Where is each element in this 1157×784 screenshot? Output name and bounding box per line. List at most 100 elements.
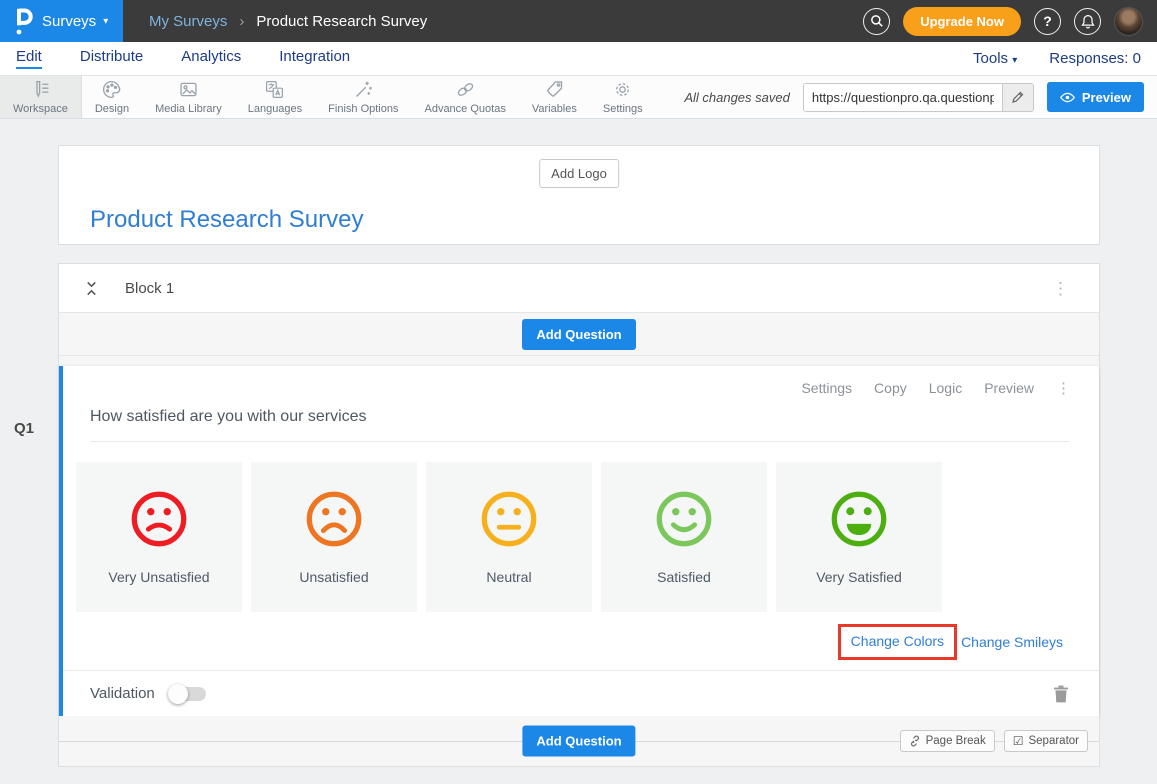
question-code: Q1 <box>14 420 34 437</box>
help-button[interactable]: ? <box>1034 8 1061 35</box>
smiley-options-row: Very Unsatisfied Unsatisfied Neutral <box>76 462 1099 612</box>
page-break-icon <box>909 735 921 747</box>
bell-icon <box>1081 14 1095 29</box>
neutral-smiley-icon <box>478 488 540 550</box>
responses-count[interactable]: Responses: 0 <box>1049 50 1141 67</box>
tools-menu[interactable]: Tools ▾ <box>973 50 1017 67</box>
smiley-option-neutral[interactable]: Neutral <box>426 462 592 612</box>
smiley-option-label: Unsatisfied <box>299 569 368 585</box>
questionpro-logo-icon <box>13 7 33 35</box>
survey-header-card: Add Logo Product Research Survey <box>58 145 1100 245</box>
tab-distribute[interactable]: Distribute <box>80 48 143 69</box>
toolbar-item-workspace[interactable]: Workspace <box>0 76 82 118</box>
preview-button[interactable]: Preview <box>1047 82 1144 112</box>
trash-icon <box>1053 685 1069 703</box>
question-text[interactable]: How satisfied are you with our services <box>90 408 1069 442</box>
annotation-highlight-box: Change Colors <box>838 624 957 660</box>
page-break-button[interactable]: Page Break <box>900 730 995 752</box>
question-settings-link[interactable]: Settings <box>801 380 852 396</box>
chevron-down-icon: ▾ <box>1012 55 1017 66</box>
smiley-option-label: Satisfied <box>657 569 711 585</box>
toolbar-right: All changes saved Preview <box>684 76 1157 118</box>
toolbar-item-design[interactable]: Design <box>82 76 142 118</box>
toolbar-item-languages[interactable]: Languages <box>235 76 315 118</box>
toolbar-item-media-library[interactable]: Media Library <box>142 76 235 118</box>
band-bottom-right: Page Break ☑ Separator <box>900 730 1088 752</box>
collapse-block-icon[interactable] <box>84 280 99 297</box>
smiley-option-label: Neutral <box>486 569 531 585</box>
pencil-icon <box>1011 91 1024 104</box>
toolbar-item-variables[interactable]: Variables <box>519 76 590 118</box>
block-menu-kebab-icon[interactable]: ⋮ <box>1048 278 1073 299</box>
survey-title[interactable]: Product Research Survey <box>90 206 363 234</box>
product-label: Surveys <box>42 13 96 30</box>
smiley-option-label: Very Satisfied <box>816 569 902 585</box>
workspace-icon <box>30 79 51 100</box>
user-avatar[interactable] <box>1114 7 1143 36</box>
validation-label: Validation <box>90 685 155 702</box>
upgrade-now-button[interactable]: Upgrade Now <box>903 7 1021 36</box>
validation-toggle[interactable] <box>170 687 206 701</box>
block-card: Block 1 ⋮ Add Question Q1 Settings Copy … <box>58 263 1100 767</box>
top-bar: Surveys ▾ My Surveys › Product Research … <box>0 0 1157 42</box>
topbar-actions: Upgrade Now ? <box>863 7 1157 36</box>
toolbar-item-settings[interactable]: Settings <box>590 76 656 118</box>
notifications-button[interactable] <box>1074 8 1101 35</box>
smiley-option-very-satisfied[interactable]: Very Satisfied <box>776 462 942 612</box>
very-unsatisfied-smiley-icon <box>128 488 190 550</box>
wand-icon <box>353 79 374 100</box>
question-logic-link[interactable]: Logic <box>929 380 962 396</box>
survey-nav-tabs: Edit Distribute Analytics Integration <box>16 48 350 69</box>
chain-icon <box>455 79 476 100</box>
breadcrumb-current-survey: Product Research Survey <box>256 13 427 30</box>
smiley-option-satisfied[interactable]: Satisfied <box>601 462 767 612</box>
change-links-row: Change Colors Change Smileys <box>63 622 1063 662</box>
validation-row: Validation <box>63 670 1099 716</box>
help-icon: ? <box>1043 13 1052 29</box>
very-satisfied-smiley-icon <box>828 488 890 550</box>
search-button[interactable] <box>863 8 890 35</box>
question-actions: Settings Copy Logic Preview ⋮ <box>63 366 1099 396</box>
smiley-option-label: Very Unsatisfied <box>108 569 209 585</box>
question-wrap: Q1 Settings Copy Logic Preview ⋮ How sat… <box>59 366 1099 716</box>
breadcrumb-my-surveys[interactable]: My Surveys <box>149 13 227 30</box>
block-header: Block 1 ⋮ <box>59 264 1099 313</box>
chevron-down-icon: ▾ <box>103 16 108 27</box>
change-colors-link[interactable]: Change Colors <box>851 633 944 649</box>
toolbar-item-finish-options[interactable]: Finish Options <box>315 76 411 118</box>
survey-url-group <box>803 83 1034 112</box>
unsatisfied-smiley-icon <box>303 488 365 550</box>
breadcrumb: My Surveys › Product Research Survey <box>149 13 427 30</box>
question-copy-link[interactable]: Copy <box>874 380 907 396</box>
eye-icon <box>1060 92 1075 103</box>
add-question-button-top[interactable]: Add Question <box>522 319 635 350</box>
question-card: Settings Copy Logic Preview ⋮ How satisf… <box>59 366 1099 716</box>
add-logo-button[interactable]: Add Logo <box>539 159 619 188</box>
tab-analytics[interactable]: Analytics <box>181 48 241 69</box>
product-switcher[interactable]: Surveys ▾ <box>0 0 123 42</box>
toggle-knob <box>168 684 188 704</box>
palette-icon <box>101 79 122 100</box>
editor-toolbar: Workspace Design Media Library Languages… <box>0 76 1157 119</box>
question-menu-kebab-icon[interactable]: ⋮ <box>1056 381 1071 396</box>
block-title[interactable]: Block 1 <box>125 280 174 297</box>
change-smileys-link[interactable]: Change Smileys <box>961 634 1063 650</box>
workspace-content: Add Logo Product Research Survey Block 1… <box>0 119 1157 767</box>
add-question-band-bottom: Add Question Page Break ☑ Separator <box>59 716 1099 766</box>
question-preview-link[interactable]: Preview <box>984 380 1034 396</box>
smiley-option-unsatisfied[interactable]: Unsatisfied <box>251 462 417 612</box>
image-icon <box>178 79 199 100</box>
separator-button[interactable]: ☑ Separator <box>1004 730 1088 752</box>
translate-icon <box>264 79 285 100</box>
survey-url-input[interactable] <box>804 84 1002 111</box>
edit-url-button[interactable] <box>1002 84 1033 111</box>
delete-question-button[interactable] <box>1053 685 1069 703</box>
toolbar-item-advance-quotas[interactable]: Advance Quotas <box>411 76 518 118</box>
save-status: All changes saved <box>684 90 790 105</box>
tab-edit[interactable]: Edit <box>16 48 42 69</box>
smiley-option-very-unsatisfied[interactable]: Very Unsatisfied <box>76 462 242 612</box>
tab-integration[interactable]: Integration <box>279 48 350 69</box>
tag-icon <box>544 79 565 100</box>
add-question-button-bottom[interactable]: Add Question <box>522 726 635 757</box>
breadcrumb-chevron-icon: › <box>239 13 244 30</box>
